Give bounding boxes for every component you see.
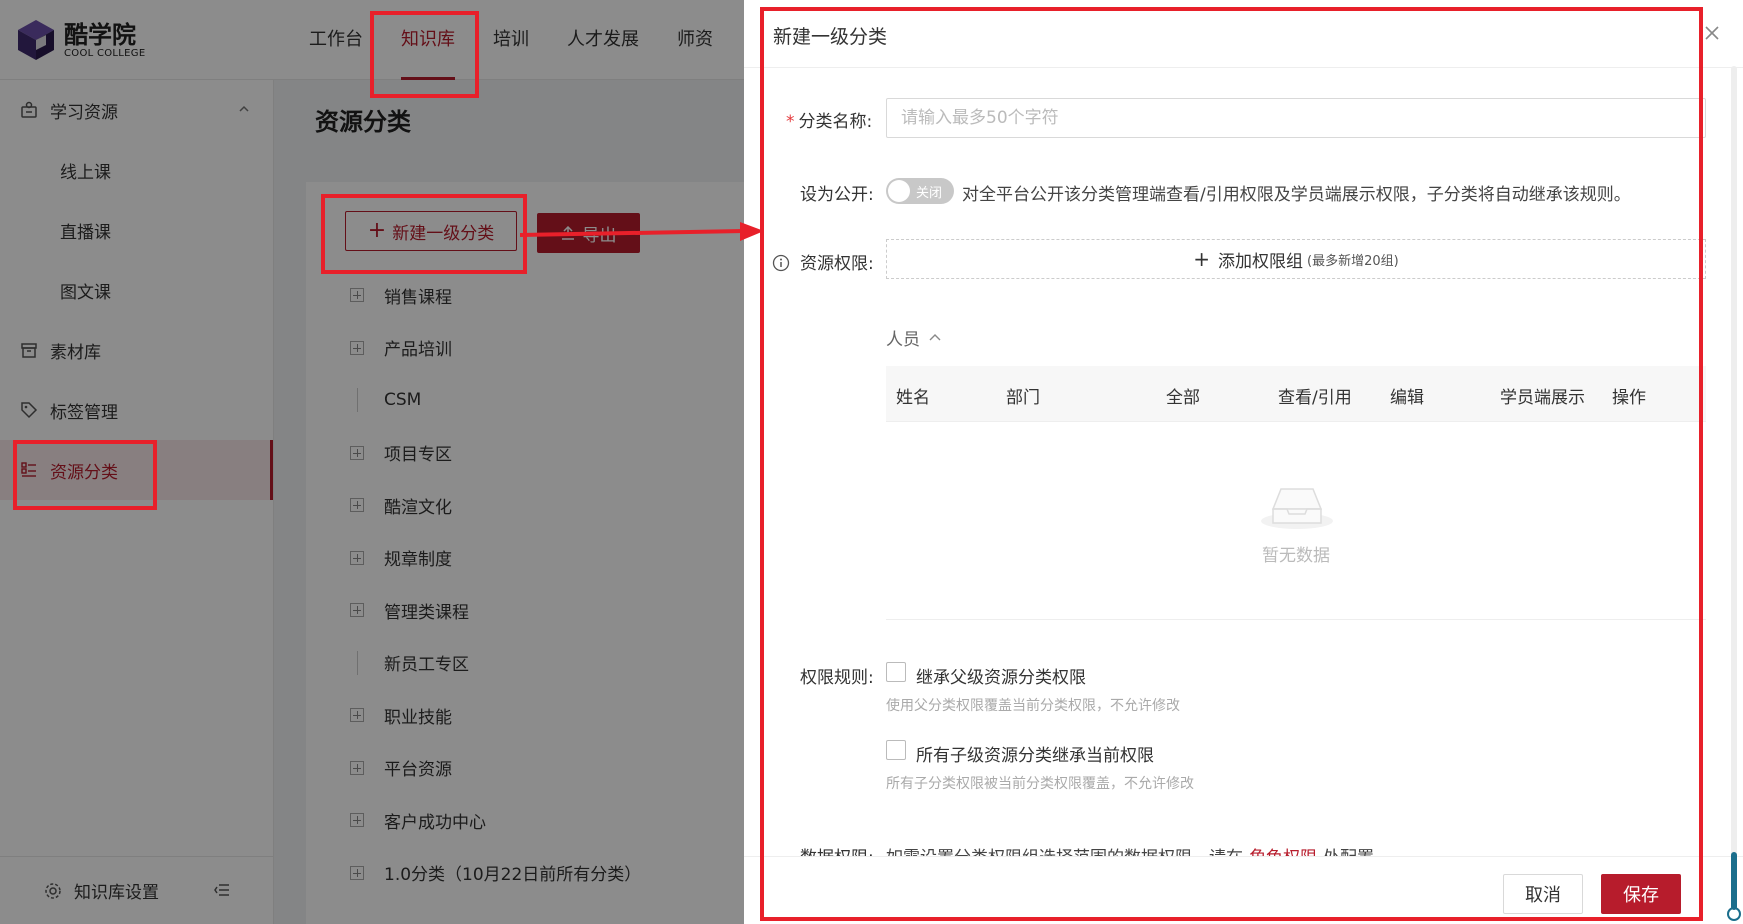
annotation-arrow-icon bbox=[520, 222, 764, 241]
scrollbar-thumb[interactable] bbox=[1727, 852, 1741, 924]
annotation-box-sidebar bbox=[13, 440, 157, 510]
close-icon[interactable] bbox=[1701, 22, 1723, 44]
scrollbar-track[interactable] bbox=[1731, 66, 1737, 856]
annotation-box-drawer bbox=[760, 7, 1703, 921]
annotation-box-nav bbox=[370, 11, 479, 98]
annotation-box-new-button bbox=[321, 194, 527, 274]
